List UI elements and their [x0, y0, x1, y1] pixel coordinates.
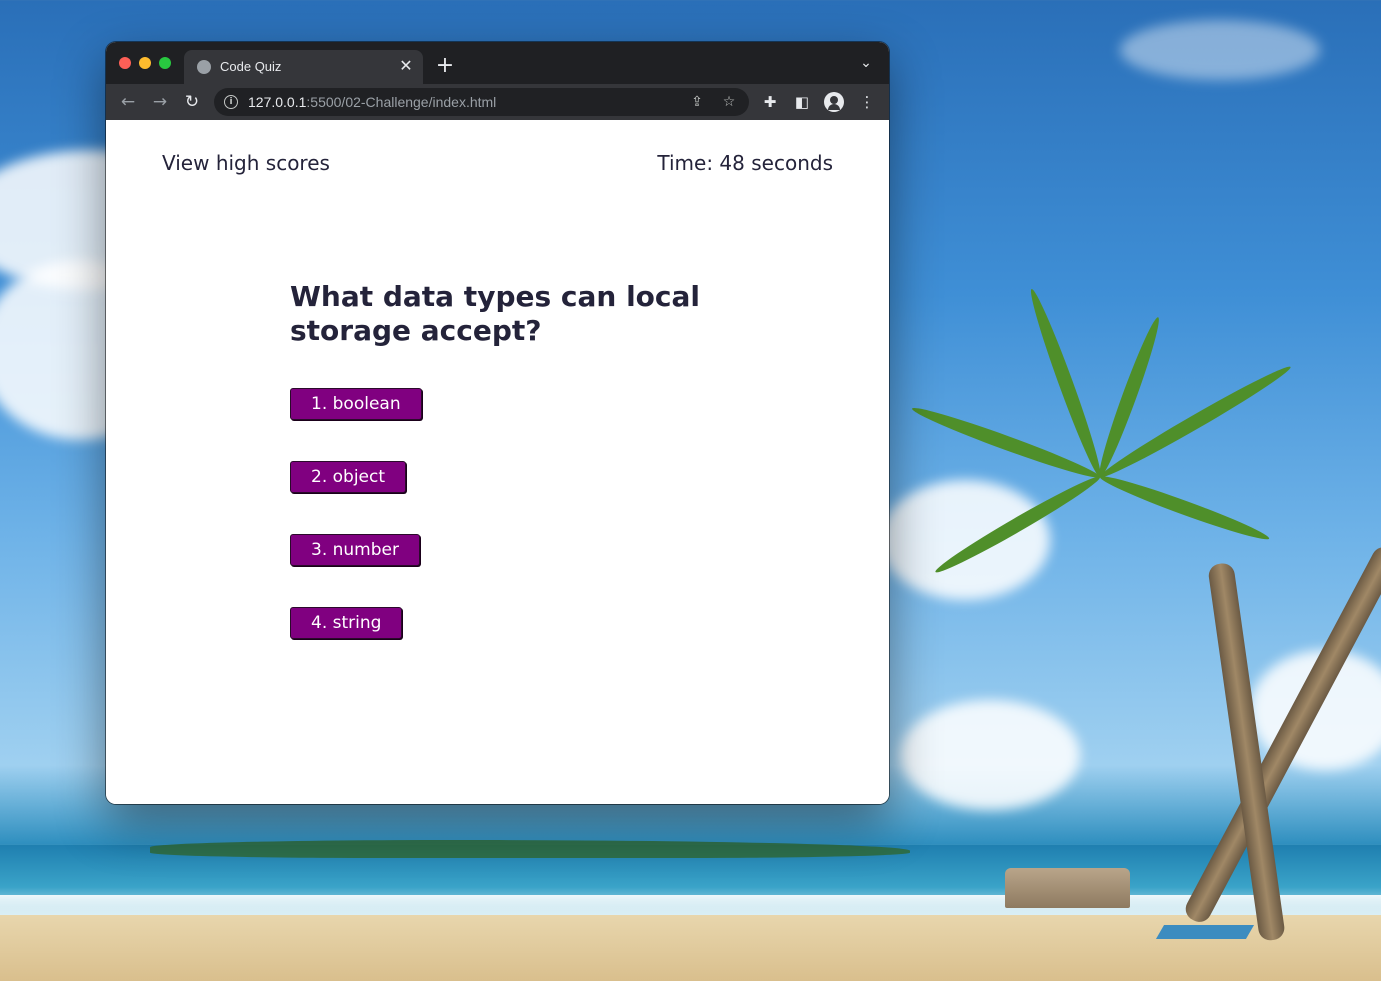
- answer-button-1[interactable]: 1. boolean: [290, 388, 422, 420]
- cloud: [1120, 20, 1320, 80]
- minimize-window-button[interactable]: [139, 57, 151, 69]
- view-high-scores-link[interactable]: View high scores: [162, 151, 330, 175]
- cloud: [880, 480, 1050, 600]
- beach-hut: [1005, 868, 1130, 908]
- question-heading: What data types can local storage accept…: [290, 280, 700, 347]
- distant-island: [150, 840, 910, 858]
- maximize-window-button[interactable]: [159, 57, 171, 69]
- chevron-down-icon[interactable]: ⌄: [857, 54, 875, 72]
- tab-bar: Code Quiz ✕ + ⌄: [106, 42, 889, 84]
- new-tab-plus-icon[interactable]: +: [433, 54, 457, 78]
- back-arrow-icon[interactable]: ←: [117, 91, 139, 113]
- timer-display: Time: 48 seconds: [657, 151, 833, 175]
- info-icon[interactable]: i: [224, 95, 238, 109]
- browser-toolbar: ← → ↻ i 127.0.0.1:5500/02-Challenge/inde…: [106, 84, 889, 120]
- globe-icon: [197, 60, 211, 74]
- close-window-button[interactable]: [119, 57, 131, 69]
- kebab-menu-icon[interactable]: ⋮: [857, 92, 877, 112]
- answer-button-2[interactable]: 2. object: [290, 461, 407, 493]
- close-icon[interactable]: ✕: [397, 57, 415, 75]
- profile-avatar-icon[interactable]: [824, 92, 844, 112]
- bookmark-star-icon[interactable]: ☆: [720, 93, 738, 111]
- answer-button-4[interactable]: 4. string: [290, 607, 403, 639]
- browser-tab[interactable]: Code Quiz ✕: [184, 50, 423, 84]
- url-host: 127.0.0.1: [248, 94, 307, 110]
- url-path: :5500/02-Challenge/index.html: [306, 94, 497, 110]
- browser-window: Code Quiz ✕ + ⌄ ← → ↻ i 127.0.0.1:5500/0…: [106, 42, 889, 804]
- answer-list: 1. boolean 2. object 3. number 4. string: [290, 388, 422, 680]
- tab-title: Code Quiz: [220, 59, 282, 74]
- side-panel-icon[interactable]: ◧: [792, 92, 812, 112]
- cloud: [900, 700, 1080, 810]
- address-bar[interactable]: i 127.0.0.1:5500/02-Challenge/index.html…: [214, 88, 749, 116]
- answer-button-3[interactable]: 3. number: [290, 534, 420, 566]
- palm-frond: [1097, 470, 1272, 546]
- beach-chair: [1155, 925, 1255, 939]
- quiz-page: View high scores Time: 48 seconds What d…: [106, 120, 889, 804]
- forward-arrow-icon[interactable]: →: [149, 91, 171, 113]
- extensions-puzzle-icon[interactable]: ✚: [760, 92, 780, 112]
- reload-icon[interactable]: ↻: [181, 91, 203, 113]
- share-icon[interactable]: ⇪: [688, 93, 706, 111]
- url-text[interactable]: 127.0.0.1:5500/02-Challenge/index.html: [248, 94, 496, 110]
